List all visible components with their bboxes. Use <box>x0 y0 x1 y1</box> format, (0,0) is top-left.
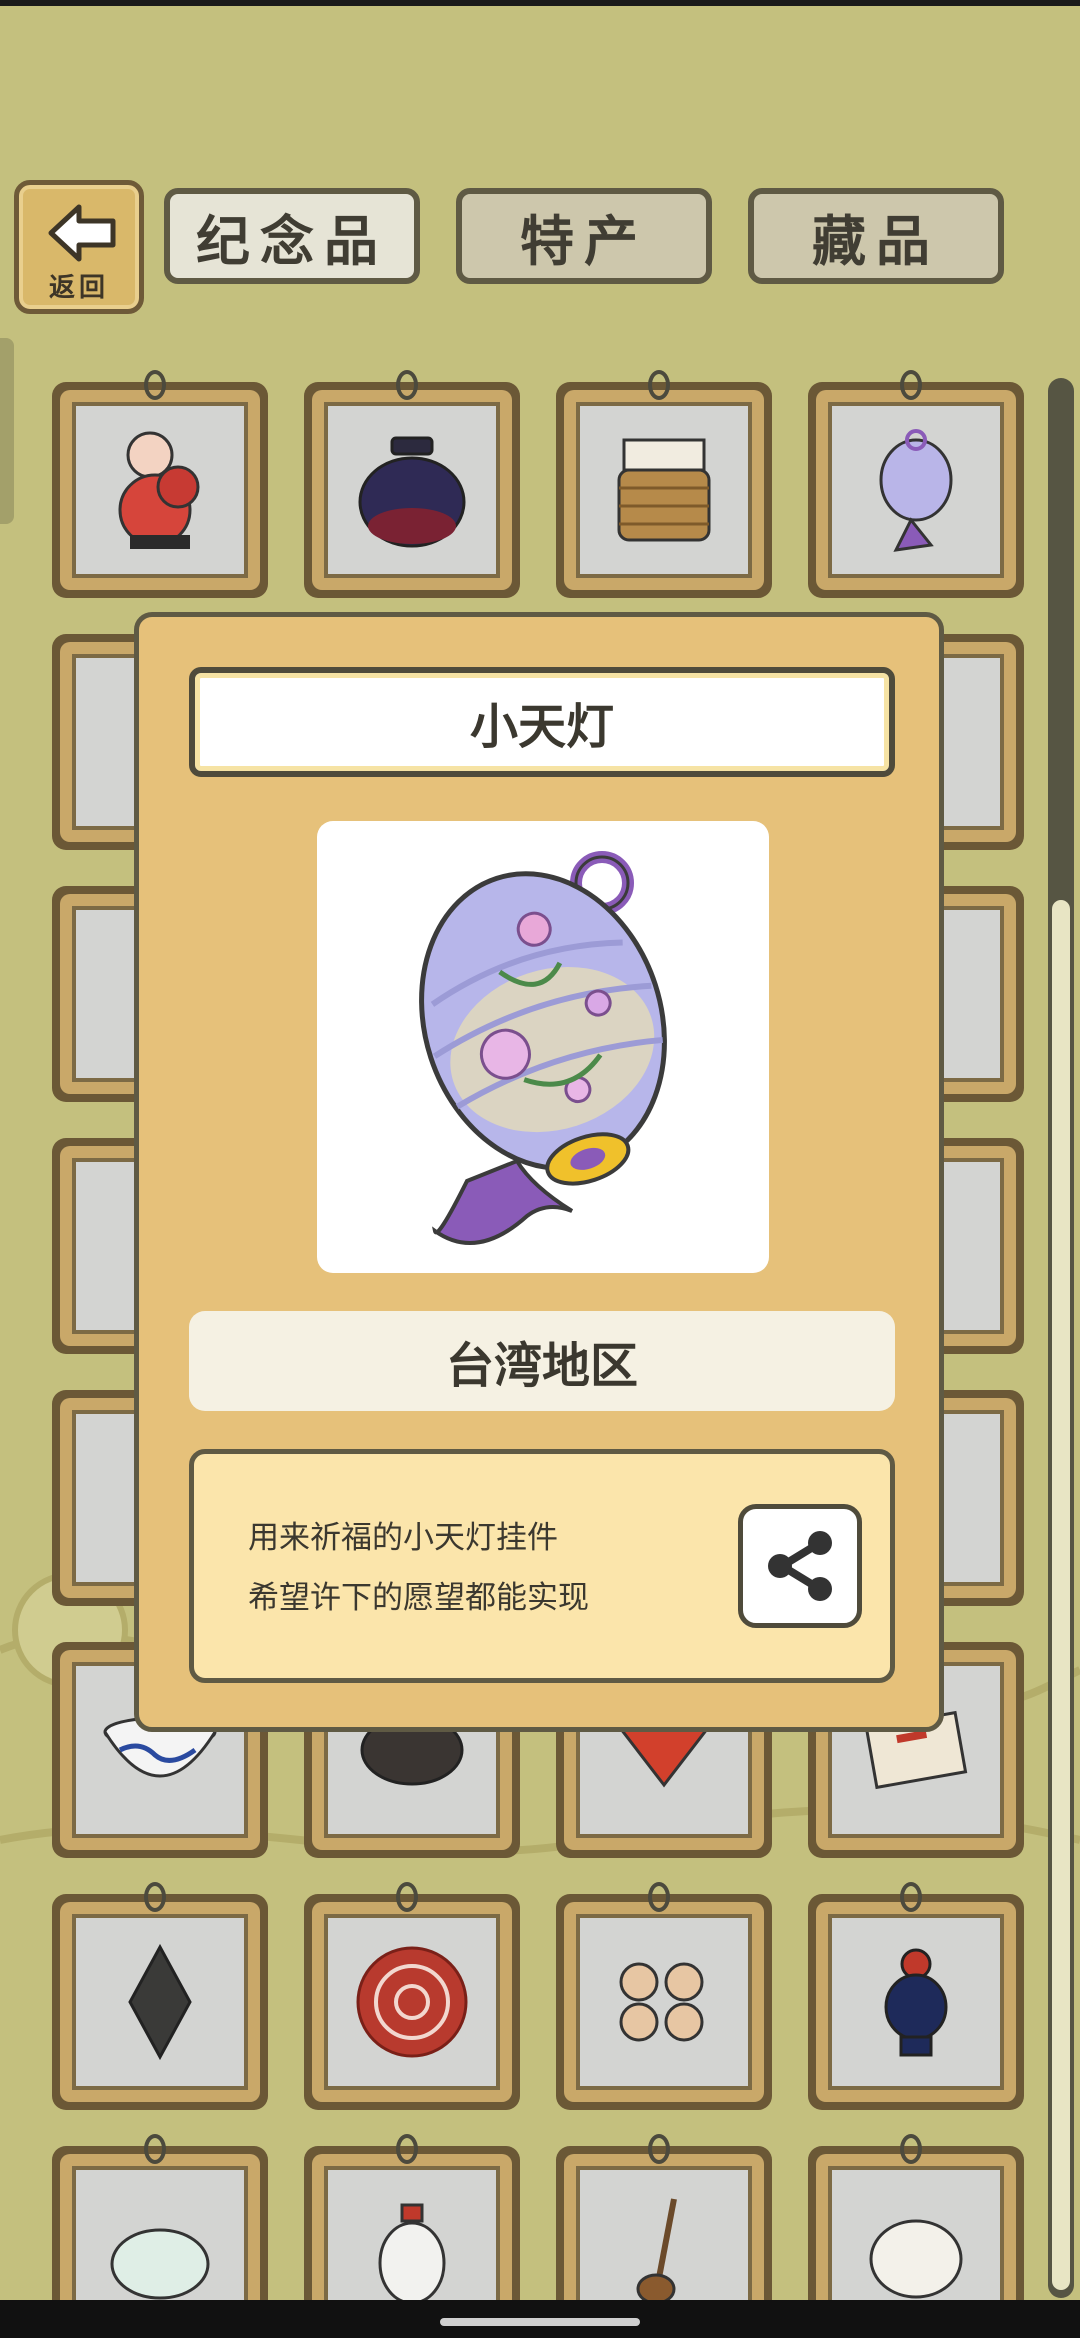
home-indicator[interactable] <box>440 2318 640 2326</box>
collection-item[interactable] <box>52 370 268 598</box>
item-title: 小天灯 <box>189 667 895 777</box>
share-icon <box>768 1531 832 1601</box>
hook-icon <box>396 2134 418 2164</box>
hook-icon <box>900 1882 922 1912</box>
item-detail-modal: 小天灯 台湾地区 用来祈福的小天灯挂件 希望许下的愿望都能实现 <box>134 612 944 1732</box>
collection-item[interactable] <box>808 1882 1024 2110</box>
description-line: 希望许下的愿望都能实现 <box>248 1580 589 1616</box>
tab-collections[interactable]: 藏品 <box>748 188 1004 284</box>
description-line: 用来祈福的小天灯挂件 <box>248 1520 558 1556</box>
tab-specialties[interactable]: 特产 <box>456 188 712 284</box>
collection-item[interactable] <box>556 370 772 598</box>
hook-icon <box>144 1882 166 1912</box>
hook-icon <box>900 2134 922 2164</box>
item-image <box>317 821 769 1273</box>
string-instrument-icon <box>636 2198 677 2305</box>
back-arrow-icon <box>48 204 116 262</box>
collection-item[interactable] <box>52 1882 268 2110</box>
dark-stone-pendant-icon <box>128 1943 192 2061</box>
hook-icon <box>396 370 418 400</box>
sky-lantern-icon <box>419 851 667 1245</box>
scrollbar-thumb[interactable] <box>1052 900 1070 2290</box>
collection-item[interactable] <box>808 370 1024 598</box>
hook-icon <box>144 2134 166 2164</box>
clay-figurine-icon <box>118 431 200 549</box>
status-bar <box>0 0 1080 6</box>
collection-item[interactable] <box>556 1882 772 2110</box>
snuff-bottle-icon <box>378 2203 446 2305</box>
back-label: 返回 <box>48 273 109 303</box>
tab-souvenirs[interactable]: 纪念品 <box>164 188 420 284</box>
porcelain-lantern-icon <box>879 429 953 552</box>
white-stone-icon <box>869 2219 963 2299</box>
wicker-cup-icon <box>617 438 711 542</box>
jade-carving-icon <box>110 2228 210 2300</box>
hook-icon <box>648 1882 670 1912</box>
hook-icon <box>396 1882 418 1912</box>
hook-icon <box>648 370 670 400</box>
share-button[interactable] <box>738 1504 862 1628</box>
collection-item[interactable] <box>304 1882 520 2110</box>
dark-jar-icon <box>358 436 466 548</box>
paper-cut-icon <box>356 1946 468 2058</box>
hook-icon <box>144 370 166 400</box>
rabbit-figures-icon <box>619 1962 704 2042</box>
rooster-figurine-icon <box>884 1948 948 2057</box>
collection-item[interactable] <box>304 370 520 598</box>
item-description-box: 用来祈福的小天灯挂件 希望许下的愿望都能实现 <box>189 1449 895 1683</box>
side-edge-tab <box>0 338 14 524</box>
back-button[interactable]: 返回 <box>14 180 144 314</box>
item-region: 台湾地区 <box>189 1311 895 1411</box>
hook-icon <box>648 2134 670 2164</box>
hook-icon <box>900 370 922 400</box>
